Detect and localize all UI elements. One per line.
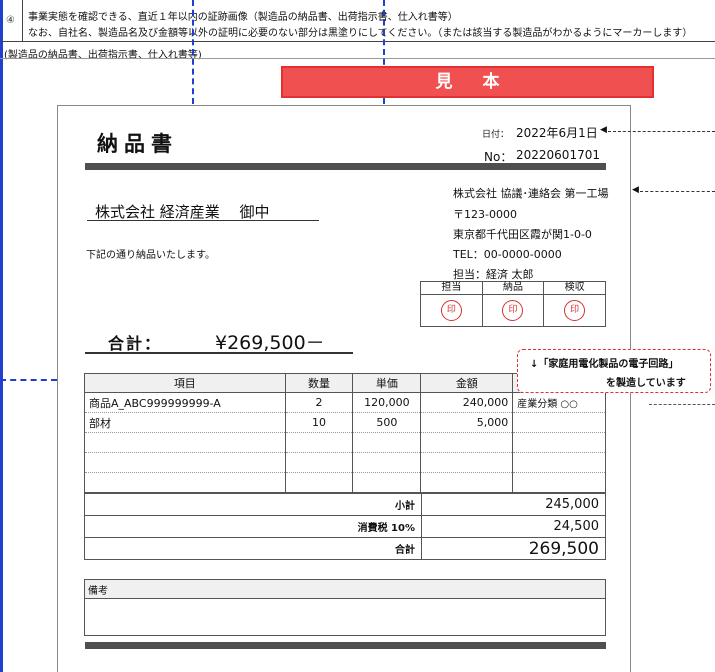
- row-divider: [0, 41, 715, 42]
- remarks-box: 備考: [84, 579, 606, 636]
- subtotal-value: 245,000: [421, 493, 606, 516]
- table-row: 商品A_ABC999999999-A 2 120,000 240,000 産業分…: [84, 392, 606, 413]
- sender-address: 東京都千代田区霞が関1-0-0: [453, 228, 592, 241]
- table-row: [84, 432, 606, 453]
- seal-icon: 印: [564, 300, 586, 321]
- sender-person: 担当：経済 太郎: [453, 268, 534, 281]
- total-label: 合計：: [108, 334, 163, 353]
- cell-remarks: [512, 452, 606, 473]
- sender-zip: 〒123-0000: [453, 208, 517, 221]
- cell-item: 部材: [84, 412, 286, 433]
- total-underline: [85, 352, 353, 354]
- cell-unit-price: [352, 432, 422, 453]
- subtotal-label: 小計: [84, 493, 422, 516]
- sample-banner: 見本: [281, 66, 654, 98]
- annotation-line-1: ↓「家庭用電化製品の電子回路」: [530, 359, 679, 370]
- col-header-amount: 金額: [420, 373, 514, 393]
- cell-item: [84, 432, 286, 453]
- cell-unit-price: 500: [352, 412, 422, 433]
- item-number: ④: [6, 15, 15, 26]
- date-label: 日付：: [482, 130, 510, 140]
- date-pointer-arrowhead: ◀: [600, 125, 607, 135]
- col-header-unit-price: 単価: [352, 373, 422, 393]
- col-header-qty: 数量: [284, 373, 354, 393]
- tax-value: 24,500: [421, 515, 606, 538]
- annotation-line-2: を製造しています: [606, 378, 686, 389]
- grand-total-label: 合計: [84, 537, 422, 560]
- number-value: 20220601701: [516, 148, 600, 162]
- cell-remarks: [512, 412, 606, 433]
- grand-total-value: 269,500: [421, 537, 606, 560]
- cell-item: 商品A_ABC999999999-A: [84, 392, 286, 413]
- cell-qty: [284, 452, 354, 473]
- seal-icon: 印: [502, 300, 524, 321]
- cell-qty: 10: [284, 412, 354, 433]
- cell-item: [84, 472, 286, 493]
- spreadsheet-sheet: ④ 事業実態を確認できる、直近１年以内の証跡画像（製造品の納品書、出荷指示書、仕…: [0, 0, 715, 672]
- guide-vertical-left: [192, 0, 194, 104]
- customer-underline: [87, 220, 319, 221]
- stamp-header-nohin: 納品: [481, 281, 545, 295]
- guide-horizontal-right: [649, 404, 715, 405]
- sender-tel: TEL：00-0000-0000: [453, 248, 562, 261]
- cell-amount: [420, 452, 514, 473]
- table-row: [84, 472, 606, 493]
- remarks-label: 備考: [85, 580, 605, 599]
- invoice-title: 納品書: [97, 132, 178, 156]
- header-bar: [85, 163, 606, 170]
- instruction-line-2: なお、自社名、製造品名及び金額等以外の証明に必要のない部分は黒塗りにしてください…: [28, 28, 693, 39]
- cell-amount: 5,000: [420, 412, 514, 433]
- approval-stamps: 担当 納品 検収 印 印 印: [420, 281, 606, 327]
- sender-company: 株式会社 協議･連絡会 第一工場: [453, 187, 609, 200]
- cell-unit-price: 120,000: [352, 392, 422, 413]
- cell-amount: [420, 432, 514, 453]
- cell-qty: 2: [284, 392, 354, 413]
- col-header-item: 項目: [84, 373, 286, 393]
- seal-icon: 印: [440, 300, 462, 321]
- cell-remarks: 産業分類 ○○: [512, 392, 606, 413]
- customer-name: 株式会社 経済産業 御中: [95, 203, 270, 221]
- sender-pointer-line: [640, 191, 715, 192]
- cell-amount: 240,000: [420, 392, 514, 413]
- cell-remarks: [512, 432, 606, 453]
- footer-bar: [85, 642, 606, 649]
- stamp-header-tanto: 担当: [420, 281, 483, 295]
- delivery-note: 下記の通り納品いたします。: [86, 250, 215, 261]
- stamp-header-kenshu: 検収: [543, 281, 606, 295]
- guide-horizontal-left: [0, 379, 57, 381]
- instruction-line-1: 事業実態を確認できる、直近１年以内の証跡画像（製造品の納品書、出荷指示書、仕入れ…: [28, 12, 458, 23]
- table-row: 部材 10 500 5,000: [84, 412, 606, 433]
- date-pointer-line: [608, 131, 715, 132]
- summary-table: 小計 245,000 消費税 10% 24,500 合計 269,500: [84, 493, 606, 560]
- table-row: [84, 452, 606, 473]
- sender-pointer-arrowhead: ◀: [632, 185, 639, 195]
- date-value: 2022年6月1日: [516, 126, 598, 140]
- cell-unit-price: [352, 452, 422, 473]
- column-divider: [22, 0, 23, 41]
- cell-amount: [420, 472, 514, 493]
- cell-item: [84, 452, 286, 473]
- cell-unit-price: [352, 472, 422, 493]
- cell-remarks: [512, 472, 606, 493]
- cell-qty: [284, 432, 354, 453]
- cell-qty: [284, 472, 354, 493]
- tax-label: 消費税 10%: [84, 515, 422, 538]
- row-divider-2: [0, 58, 715, 59]
- total-amount: ¥269,500－: [215, 332, 325, 354]
- frame-left-border: [0, 0, 3, 672]
